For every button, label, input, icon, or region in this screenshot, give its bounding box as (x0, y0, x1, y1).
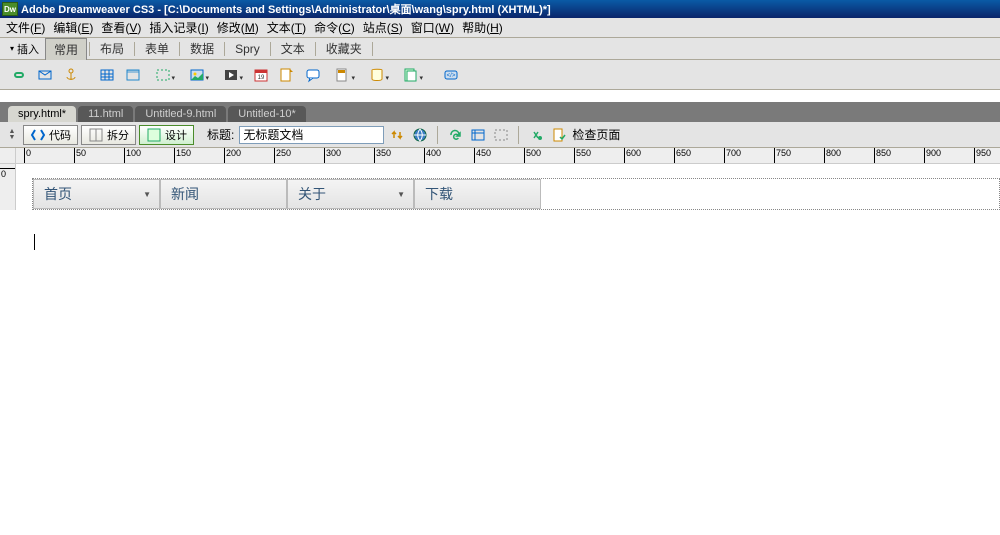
menu-t[interactable]: 文本(T) (263, 17, 310, 38)
insert-tab-5[interactable]: 文本 (273, 38, 313, 59)
text-cursor (34, 234, 35, 250)
insert-tab-4[interactable]: Spry (227, 40, 268, 58)
anchor-icon[interactable] (60, 64, 82, 86)
menu-s[interactable]: 站点(S) (359, 17, 407, 38)
head-icon[interactable] (328, 64, 358, 86)
insert-tab-2[interactable]: 表单 (137, 38, 177, 59)
insert-tab-3[interactable]: 数据 (182, 38, 222, 59)
email-icon[interactable] (34, 64, 56, 86)
insert-header[interactable]: 插入 (4, 40, 45, 58)
insert-tab-0[interactable]: 常用 (45, 38, 87, 60)
ruler-horizontal: 0501001502002503003504004505005506006507… (16, 148, 1000, 164)
chevron-down-icon: ▼ (143, 190, 151, 199)
hyperlink-icon[interactable] (8, 64, 30, 86)
document-toolbar: ▲▼ 代码 拆分 设计 标题: 检查页面 (0, 122, 1000, 148)
menu-m[interactable]: 修改(M) (213, 17, 263, 38)
toolbar-expand[interactable]: ▲▼ (4, 129, 20, 141)
view-split-button[interactable]: 拆分 (81, 125, 136, 145)
comment-icon[interactable] (302, 64, 324, 86)
svg-text:</>: </> (447, 73, 456, 79)
templates-icon[interactable] (396, 64, 426, 86)
media-icon[interactable] (216, 64, 246, 86)
spry-item-1[interactable]: 新闻 (160, 179, 287, 209)
refresh-icon[interactable] (445, 125, 465, 145)
app-icon: Dw (2, 2, 18, 16)
spry-menu-bar[interactable]: 首页▼新闻关于▼下载 (32, 178, 1000, 210)
check-page-label[interactable]: 检查页面 (572, 126, 620, 143)
date-icon[interactable]: 19 (250, 64, 272, 86)
validate-icon[interactable] (526, 125, 546, 145)
menu-bar: 文件(F)编辑(E)查看(V)插入记录(I)修改(M)文本(T)命令(C)站点(… (0, 18, 1000, 38)
insert-tab-1[interactable]: 布局 (92, 38, 132, 59)
ruler-vertical: 050100150200250300 (0, 164, 16, 210)
browser-preview-icon[interactable] (410, 125, 430, 145)
design-canvas[interactable]: 首页▼新闻关于▼下载 (16, 164, 1000, 210)
tag-chooser-icon[interactable]: </> (440, 64, 462, 86)
window-title: Adobe Dreamweaver CS3 - [C:\Documents an… (21, 1, 551, 17)
table-icon[interactable] (96, 64, 118, 86)
images-icon[interactable] (182, 64, 212, 86)
title-label: 标题: (207, 126, 234, 143)
menu-w[interactable]: 窗口(W) (407, 17, 458, 38)
check-page-icon[interactable] (549, 125, 569, 145)
ruler-corner (0, 148, 16, 164)
view-code-button[interactable]: 代码 (23, 125, 78, 145)
doc-tab-3[interactable]: Untitled-10* (228, 106, 305, 122)
view-options-icon[interactable] (468, 125, 488, 145)
server-include-icon[interactable] (276, 64, 298, 86)
doc-tab-1[interactable]: 11.html (78, 106, 133, 122)
insert-bar: 插入 常用布局表单数据 Spry 文本收藏夹 (0, 38, 1000, 60)
doc-tab-0[interactable]: spry.html* (8, 106, 76, 122)
menu-v[interactable]: 查看(V) (97, 17, 145, 38)
layout-icon[interactable] (122, 64, 144, 86)
doc-tab-2[interactable]: Untitled-9.html (135, 106, 226, 122)
spry-item-2[interactable]: 关于▼ (287, 179, 414, 209)
title-input[interactable] (239, 126, 384, 144)
menu-e[interactable]: 编辑(E) (49, 17, 97, 38)
visual-aids-icon[interactable] (491, 125, 511, 145)
view-design-button[interactable]: 设计 (139, 125, 194, 145)
insert-tab-6[interactable]: 收藏夹 (318, 38, 370, 59)
script-icon[interactable] (362, 64, 392, 86)
insert-icons-row: 19 </> (0, 60, 1000, 90)
chevron-down-icon: ▼ (397, 190, 405, 199)
spry-item-0[interactable]: 首页▼ (33, 179, 160, 209)
title-bar: Dw Adobe Dreamweaver CS3 - [C:\Documents… (0, 0, 1000, 18)
transfer-icon[interactable] (387, 125, 407, 145)
menu-c[interactable]: 命令(C) (310, 17, 359, 38)
workspace: 0501001502002503003504004505005506006507… (0, 148, 1000, 210)
menu-f[interactable]: 文件(F) (2, 17, 49, 38)
spry-item-3[interactable]: 下载 (414, 179, 541, 209)
div-icon[interactable] (148, 64, 178, 86)
menu-h[interactable]: 帮助(H) (458, 17, 507, 38)
svg-text:19: 19 (258, 75, 265, 81)
menu-i[interactable]: 插入记录(I) (145, 17, 212, 38)
document-tabs: spry.html*11.htmlUntitled-9.htmlUntitled… (0, 102, 1000, 122)
